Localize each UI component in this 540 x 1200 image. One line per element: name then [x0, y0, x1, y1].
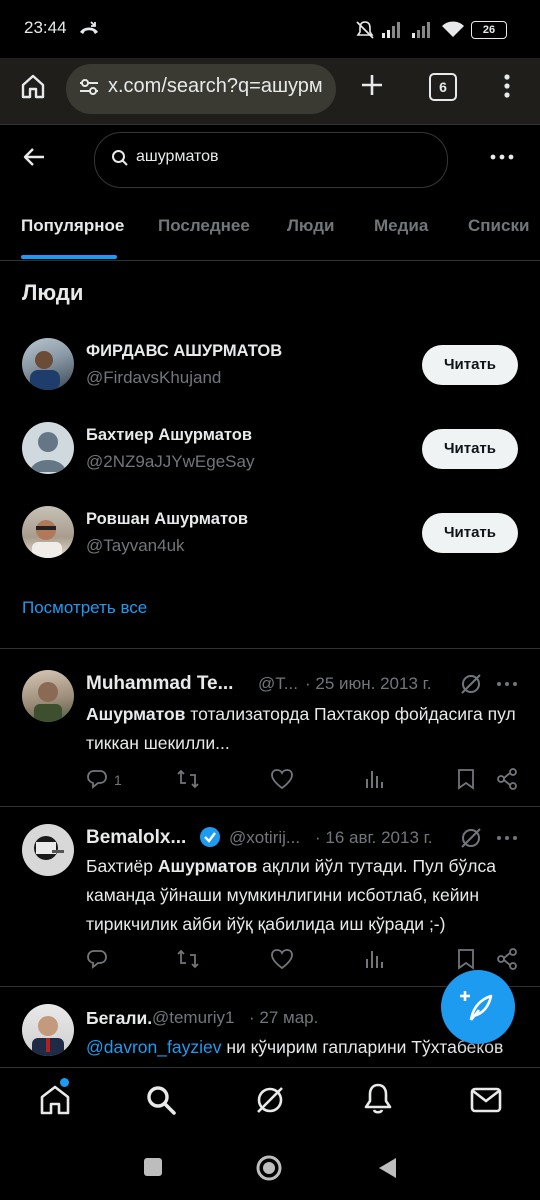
avatar[interactable]	[22, 422, 74, 474]
see-all-link[interactable]: Посмотреть все	[22, 598, 147, 618]
nav-notifications-icon[interactable]	[362, 1082, 394, 1116]
system-home-button[interactable]	[255, 1154, 283, 1182]
tweet-highlight: Ашурматов	[157, 856, 258, 876]
person-name[interactable]: Ровшан Ашурматов	[86, 510, 248, 529]
tweet-highlight: Ашурматов	[86, 704, 186, 724]
compose-feather-icon	[460, 991, 493, 1021]
divider	[0, 124, 540, 125]
signal-icon-1	[382, 22, 400, 38]
avatar[interactable]	[22, 506, 74, 558]
recents-button[interactable]	[144, 1158, 162, 1176]
reply-icon[interactable]	[86, 948, 108, 970]
browser-menu-icon[interactable]	[498, 72, 516, 100]
person-handle: @2NZ9aJJYwEgeSay	[86, 452, 255, 471]
retweet-icon[interactable]	[176, 768, 200, 790]
verified-badge-icon	[200, 827, 220, 847]
retweet-icon[interactable]	[176, 948, 200, 970]
like-icon[interactable]	[270, 948, 294, 970]
reply-icon[interactable]	[86, 768, 108, 790]
tweet-author-handle: @temuriy1	[152, 1008, 235, 1027]
tweet-author-name[interactable]: Бегали.	[86, 1008, 152, 1029]
mute-icon	[356, 21, 374, 39]
tweet-author-handle: @T...	[258, 674, 298, 693]
tweet-more-icon[interactable]	[496, 832, 518, 844]
tweet-more-icon[interactable]	[496, 678, 518, 690]
like-icon[interactable]	[270, 768, 294, 790]
tweet-date[interactable]: · 25 июн. 2013 г.	[305, 674, 432, 694]
tweet-text: Бахтиёр Ашурматов ақлли йўл тутади. Пул …	[86, 852, 506, 939]
avatar[interactable]	[22, 824, 74, 876]
signal-icon-2	[412, 22, 430, 38]
tweet-author-handle: @xotirij...	[229, 828, 301, 847]
people-section-title: Люди	[22, 280, 84, 305]
follow-button[interactable]: Читать	[422, 345, 518, 385]
active-tab-indicator	[21, 255, 117, 259]
new-tab-icon[interactable]	[359, 72, 385, 98]
call-forward-icon	[80, 21, 98, 34]
more-options-icon[interactable]	[489, 150, 515, 164]
person-name[interactable]: Бахтиер Ашурматов	[86, 426, 252, 445]
bookmark-icon[interactable]	[456, 948, 476, 970]
search-icon	[112, 150, 128, 166]
nav-messages-icon[interactable]	[470, 1086, 502, 1114]
status-time: 23:44	[24, 18, 67, 37]
tab-latest[interactable]: Последнее	[158, 216, 250, 236]
divider	[0, 648, 540, 649]
battery-indicator: 26	[471, 21, 507, 39]
back-arrow-icon[interactable]	[22, 145, 46, 169]
tab-lists[interactable]: Списки	[468, 216, 529, 236]
tweet-text-prefix: Бахтиёр	[86, 856, 158, 876]
person-handle: @Tayvan4uk	[86, 536, 185, 555]
grok-icon[interactable]	[459, 826, 483, 850]
avatar[interactable]	[22, 338, 74, 390]
tweet-date[interactable]: · 27 мар.	[249, 1008, 318, 1028]
person-handle: @FirdavsKhujand	[86, 368, 222, 387]
nav-grok-icon[interactable]	[254, 1084, 286, 1116]
tweet-mention-link[interactable]: @davron_fayziev	[86, 1037, 221, 1057]
grok-icon[interactable]	[459, 672, 483, 696]
tab-people[interactable]: Люди	[287, 216, 334, 236]
tab-popular[interactable]: Популярное	[21, 216, 124, 236]
share-icon[interactable]	[496, 768, 518, 790]
divider	[0, 260, 540, 261]
home-icon[interactable]	[19, 72, 47, 100]
site-settings-icon[interactable]	[78, 77, 100, 97]
nav-search-icon[interactable]	[145, 1084, 177, 1116]
person-name[interactable]: ФИРДАВС АШУРМАТОВ	[86, 342, 282, 361]
avatar[interactable]	[22, 670, 74, 722]
avatar[interactable]	[22, 1004, 74, 1056]
tweet-author-name[interactable]: Muhammad Te...	[86, 673, 233, 695]
follow-button[interactable]: Читать	[422, 513, 518, 553]
url-text[interactable]: x.com/search?q=ашурм	[108, 75, 330, 98]
search-query[interactable]: ашурматов	[136, 148, 219, 166]
tab-switcher-button[interactable]: 6	[429, 73, 457, 101]
nav-home-icon[interactable]	[38, 1083, 72, 1117]
divider	[0, 806, 540, 807]
tab-media[interactable]: Медиа	[374, 216, 428, 236]
system-back-button[interactable]	[376, 1156, 398, 1180]
compose-button[interactable]	[441, 970, 515, 1044]
tweet-date[interactable]: · 16 авг. 2013 г.	[315, 828, 432, 848]
bookmark-icon[interactable]	[456, 768, 476, 790]
tweet-text: Ашурматов тотализаторда Пахтакор фойдаси…	[86, 700, 516, 758]
reply-count: 1	[114, 772, 122, 788]
wifi-icon	[442, 21, 464, 37]
notification-dot	[60, 1078, 69, 1087]
share-icon[interactable]	[496, 948, 518, 970]
tweet-author-name[interactable]: Bemalolx...	[86, 827, 186, 849]
views-icon[interactable]	[364, 768, 384, 790]
follow-button[interactable]: Читать	[422, 429, 518, 469]
views-icon[interactable]	[364, 948, 384, 970]
